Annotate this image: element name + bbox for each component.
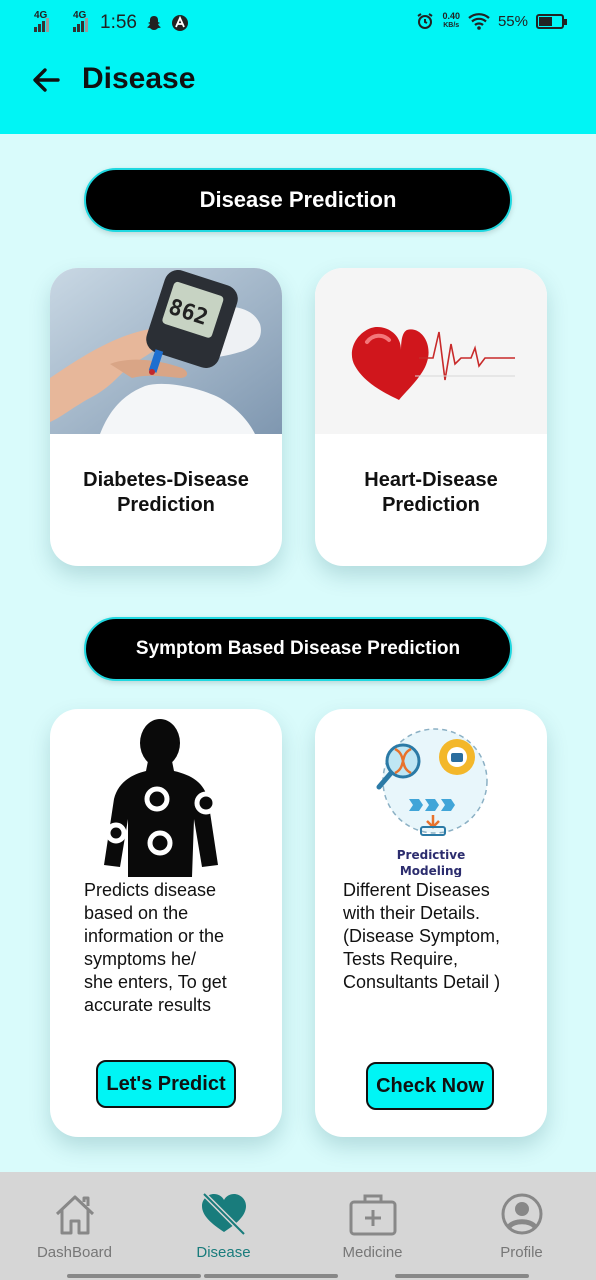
details-desc-line: Different Diseases — [343, 880, 490, 900]
sim1-label: 4G — [34, 10, 48, 21]
signal-icon-sim1: 4G — [34, 10, 49, 32]
battery-icon — [536, 13, 567, 29]
details-card-description: Different Diseases with their Details. (… — [343, 879, 543, 994]
nav-gesture-bar — [395, 1274, 529, 1278]
nav-label-dashboard: DashBoard — [36, 1244, 113, 1261]
symptom-desc-line: accurate results — [84, 995, 212, 1015]
heart-ecg-image — [315, 268, 547, 434]
nav-label-disease: Disease — [196, 1244, 251, 1261]
illus-label-line2: Modeling — [400, 864, 462, 877]
bottom-navigation: DashBoard Disease Medicine Profile — [0, 1172, 596, 1280]
diabetes-title-line2: Prediction — [117, 494, 215, 516]
diabetes-prediction-card[interactable]: 862 Diabetes-Disease Prediction — [50, 268, 282, 566]
heart-card-title: Heart-Disease Prediction — [315, 468, 547, 518]
details-desc-line: with their Details. — [343, 903, 481, 923]
battery-percent: 55% — [497, 12, 528, 30]
status-right: 0.40 KB/s 55% — [416, 12, 567, 30]
diabetes-title-line1: Diabetes-Disease — [83, 469, 249, 491]
heart-title-line2: Prediction — [382, 494, 480, 516]
symptom-prediction-header: Symptom Based Disease Prediction — [84, 617, 512, 681]
alarm-icon — [417, 13, 433, 29]
details-desc-line: (Disease Symptom, — [343, 926, 501, 946]
nav-gesture-bar — [204, 1274, 338, 1278]
signal-icon-sim2: 4G — [73, 10, 88, 32]
wifi-icon — [468, 13, 490, 30]
predictive-modeling-icon: Predictive Modeling — [376, 728, 488, 877]
status-bar: 4G 4G 1:56 0.40 KB/s 55% — [0, 0, 596, 44]
lets-predict-button[interactable]: Let's Predict — [96, 1060, 236, 1108]
symptom-desc-line: symptoms he/ — [84, 949, 197, 969]
symptom-desc-line: she enters, To get — [84, 972, 227, 992]
symptom-prediction-card: Predicts disease based on the informatio… — [50, 709, 282, 1137]
app-bar: Disease — [0, 44, 596, 134]
human-body-icon — [104, 719, 218, 877]
symptom-desc-line: information or the — [84, 926, 225, 946]
disease-prediction-header: Disease Prediction — [84, 168, 512, 232]
nav-label-medicine: Medicine — [342, 1244, 403, 1261]
nav-item-profile[interactable]: Profile — [447, 1172, 596, 1272]
symptom-desc-line: Predicts disease — [84, 880, 217, 900]
medical-kit-icon — [349, 1194, 396, 1236]
disease-details-card: Predictive Modeling Different Diseases w… — [315, 709, 547, 1137]
symptom-card-description: Predicts disease based on the informatio… — [84, 879, 274, 1017]
symptom-desc-line: based on the — [84, 903, 189, 923]
nav-gesture-bar — [67, 1274, 201, 1278]
details-desc-line: Consultants Detail ) — [343, 972, 501, 992]
details-desc-line: Tests Require, — [343, 949, 459, 969]
check-now-button[interactable]: Check Now — [366, 1062, 494, 1110]
status-left: 4G 4G 1:56 — [34, 10, 189, 34]
app-a-icon — [171, 15, 188, 31]
heart-slash-icon — [201, 1192, 246, 1236]
nav-label-profile: Profile — [500, 1244, 543, 1261]
net-speed: 0.40 KB/s — [442, 12, 460, 30]
net-speed-unit: KB/s — [443, 22, 460, 29]
sim2-label: 4G — [73, 10, 87, 21]
nav-item-disease[interactable]: Disease — [149, 1172, 298, 1272]
glucose-meter-image: 862 — [50, 268, 282, 434]
nav-item-medicine[interactable]: Medicine — [298, 1172, 447, 1272]
heart-title-line1: Heart-Disease — [364, 469, 498, 491]
page-title: Disease — [82, 62, 196, 95]
arrow-left-icon[interactable] — [30, 64, 62, 96]
home-icon — [55, 1195, 94, 1235]
net-speed-value: 0.40 — [442, 11, 460, 21]
diabetes-card-title: Diabetes-Disease Prediction — [50, 468, 282, 518]
illus-label-line1: Predictive — [397, 848, 465, 862]
status-time: 1:56 — [100, 12, 137, 33]
nav-item-dashboard[interactable]: DashBoard — [0, 1172, 149, 1272]
heart-prediction-card[interactable]: Heart-Disease Prediction — [315, 268, 547, 566]
profile-icon — [501, 1193, 542, 1235]
snapchat-icon — [146, 16, 161, 30]
